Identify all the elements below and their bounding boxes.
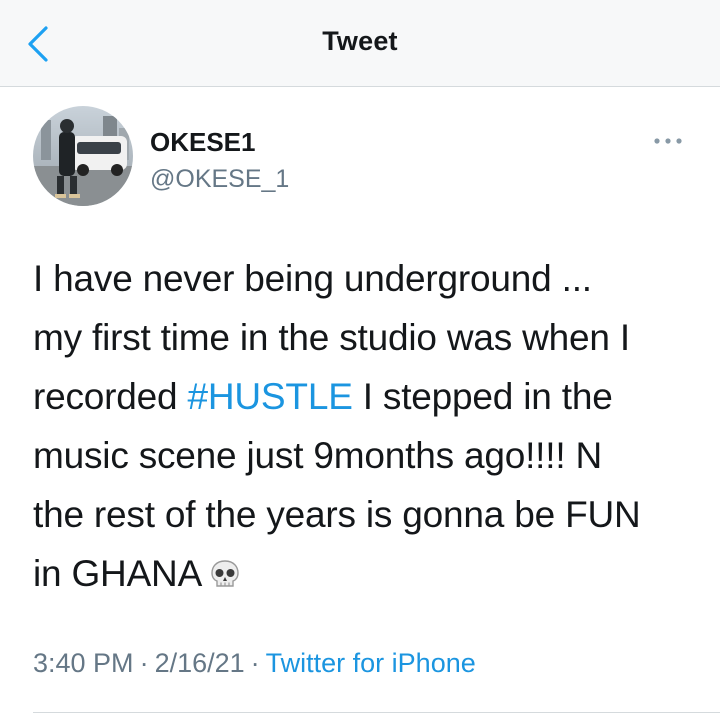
tweet-text-line: music scene just 9months ago!!!! N <box>33 435 603 476</box>
skull-icon <box>208 550 242 609</box>
tweet-text-segment: I stepped in the <box>352 376 613 417</box>
tweet-text-line: in GHANA <box>33 544 703 609</box>
tweet-text-line: I have never being underground ... <box>33 258 592 299</box>
tweet-text-segment: recorded <box>33 376 188 417</box>
divider <box>33 712 720 713</box>
tweet-text: I have never being underground ... my fi… <box>33 249 703 609</box>
tweet-text-line: the rest of the years is gonna be FUN <box>33 494 641 535</box>
tweet-source-link[interactable]: Twitter for iPhone <box>266 648 476 678</box>
top-navigation-bar: Tweet <box>0 0 720 87</box>
separator-dot: · <box>139 648 149 678</box>
tweet-text-segment: in GHANA <box>33 553 203 594</box>
tweet-date[interactable]: 2/16/21 <box>155 648 245 678</box>
more-options-button[interactable] <box>648 126 688 156</box>
user-handle[interactable]: @OKESE_1 <box>150 165 289 194</box>
hashtag-link[interactable]: #HUSTLE <box>188 376 353 417</box>
avatar[interactable] <box>33 106 133 206</box>
separator-dot: · <box>250 648 260 678</box>
avatar-photo <box>33 106 133 206</box>
tweet-metadata: 3:40 PM · 2/16/21 · Twitter for iPhone <box>33 648 476 679</box>
ellipsis-icon <box>654 138 682 144</box>
tweet-text-line: recorded #HUSTLE I stepped in the <box>33 367 703 426</box>
tweet-text-line: my first time in the studio was when I <box>33 317 630 358</box>
tweet-detail-page: Tweet OKESE1 @OKESE_1 I have never being… <box>0 0 720 726</box>
tweet-time[interactable]: 3:40 PM <box>33 648 134 678</box>
user-display-name[interactable]: OKESE1 <box>150 127 256 158</box>
page-title: Tweet <box>322 26 398 56</box>
